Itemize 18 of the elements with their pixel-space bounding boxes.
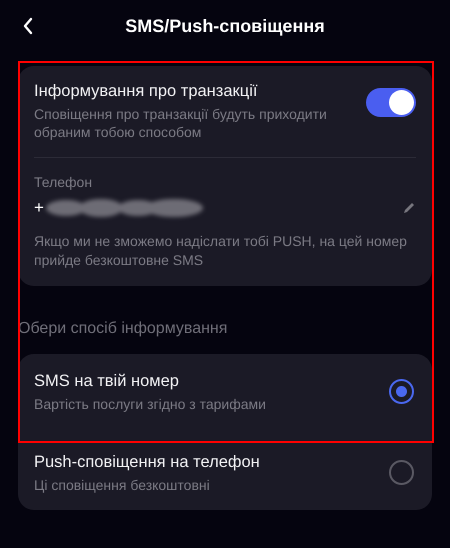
phone-label: Телефон	[34, 174, 94, 190]
option-title: SMS на твій номер	[34, 371, 180, 392]
edit-pencil-icon[interactable]	[402, 201, 416, 215]
setting-description: Сповіщення про транзакції будуть приходити обраним тобою способом	[34, 105, 328, 141]
option-item[interactable]: SMS на твій номер Вартість послуги згідно з тарифами	[18, 356, 432, 437]
option-description: Вартість послуги згідно з тарифами	[34, 395, 266, 413]
option-description: Ці сповіщення безкоштовні	[34, 476, 211, 494]
radio-button[interactable]	[389, 379, 414, 404]
toggle-switch[interactable]	[366, 88, 416, 117]
setting-title: Інформування про транзакції	[34, 81, 258, 102]
option-item[interactable]: Push-сповіщення на телефон Ці сповіщення безкоштовні	[18, 437, 432, 508]
radio-button[interactable]	[389, 460, 414, 485]
phone-value: +	[34, 198, 44, 218]
section-heading: Обери спосіб інформування	[18, 320, 228, 338]
phone-note: Якщо ми не зможемо надіслати тобі PUSH, на цей номер прийде безкоштовне SMS	[34, 232, 408, 270]
back-chevron-icon	[22, 17, 34, 35]
screen-title: SMS/Push-сповіщення	[125, 16, 325, 36]
option-title: Push-сповіщення на телефон	[34, 452, 260, 473]
